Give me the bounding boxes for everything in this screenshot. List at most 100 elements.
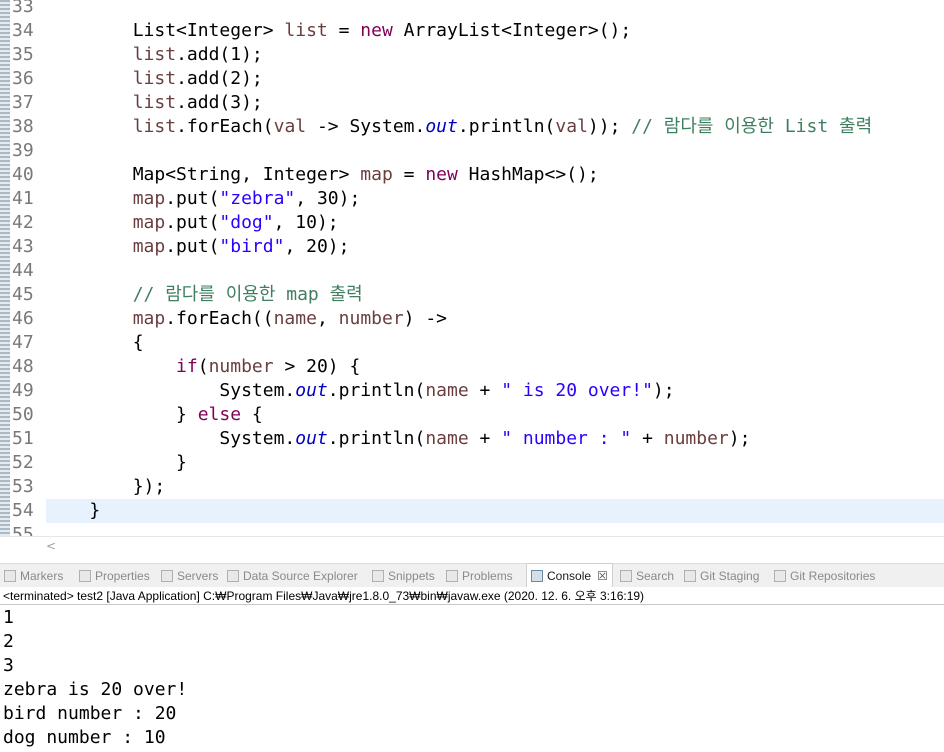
problems-icon [446,570,458,582]
line-number: 54 [12,500,34,521]
horizontal-scrollbar[interactable]: < [0,536,944,557]
tab-markers[interactable]: Markers [4,564,63,588]
console-output-line: 1 [3,607,14,628]
snippets-icon [372,570,384,582]
code-token: } [46,500,101,521]
code-token: { [241,404,263,425]
line-number: 33 [12,0,34,17]
code-line: 44 [0,259,944,283]
search-icon [620,570,632,582]
line-number: 38 [12,116,34,137]
line-number: 34 [12,20,34,41]
tab-search[interactable]: Search [620,564,674,588]
code-text: map.put("zebra", 30); [46,187,361,211]
code-token: number [338,308,404,329]
code-line: 50 } else { [0,403,944,427]
code-token: + [468,380,502,401]
code-text: map.put("bird", 20); [46,235,350,259]
console-output-line: zebra is 20 over! [3,679,188,700]
code-token: ); [652,380,675,401]
code-token: = [392,164,426,185]
code-token: val [273,116,307,137]
tab-label: Markers [20,569,64,583]
code-token: System. [46,380,296,401]
scroll-left-icon[interactable]: < [46,539,56,553]
code-token: else [197,404,242,425]
code-token: , [316,308,339,329]
code-text: map.put("dog", 10); [46,211,339,235]
code-token: out [425,116,458,137]
console-output-line: dog number : 10 [3,727,166,748]
code-token: .add(3); [176,92,263,113]
git-staging-icon [684,570,696,582]
tab-git-staging[interactable]: Git Staging [684,564,759,588]
code-token: = [327,20,361,41]
code-token: // 람다를 이용한 List 출력 [631,116,873,137]
code-token: .println( [327,380,426,401]
line-number: 49 [12,380,34,401]
code-token: ArrayList<Integer>(); [392,20,632,41]
code-line: 40 Map<String, Integer> map = new HashMa… [0,163,944,187]
tab-git-repositories[interactable]: Git Repositories [774,564,875,588]
code-line: 38 list.forEach(val -> System.out.printl… [0,115,944,139]
code-token: System. [46,428,296,449]
line-number: 46 [12,308,34,329]
code-editor[interactable]: 33 34 List<Integer> list = new ArrayList<… [0,0,944,536]
code-line: 39 [0,139,944,163]
tab-problems[interactable]: Problems [446,564,513,588]
code-token: " number : " [501,428,632,449]
line-number: 47 [12,332,34,353]
code-token: name [425,380,469,401]
code-token: list [132,116,177,137]
code-token: HashMap<>(); [457,164,599,185]
code-token: , 30); [295,188,361,209]
code-line: 33 [0,0,944,19]
code-token: .put( [165,236,220,257]
tab-label: Problems [462,569,513,583]
line-number: 52 [12,452,34,473]
code-token: map [132,236,166,257]
code-token: .add(1); [176,44,263,65]
properties-icon [79,570,91,582]
code-text: } else { [46,403,263,427]
close-icon[interactable]: ☒ [597,569,608,583]
code-token: // 람다를 이용한 map 출력 [132,284,363,305]
code-token: new [425,164,458,185]
code-text: } [46,451,187,475]
code-token: + [468,428,502,449]
tab-properties[interactable]: Properties [79,564,150,588]
line-number: 45 [12,284,34,305]
code-line: 37 list.add(3); [0,91,944,115]
code-token: }); [46,476,166,497]
code-text: list.add(2); [46,67,263,91]
code-line: 53 }); [0,475,944,499]
code-token: new [360,20,393,41]
tab-servers[interactable]: Servers [161,564,218,588]
code-token: .put( [165,212,220,233]
line-number: 40 [12,164,34,185]
console-status-line: <terminated> test2 [Java Application] C:… [0,587,944,605]
tab-console[interactable]: Console ☒ [526,563,613,588]
tab-data-source-explorer[interactable]: Data Source Explorer [227,564,358,588]
code-line: 35 list.add(1); [0,43,944,67]
tab-snippets[interactable]: Snippets [372,564,435,588]
code-token: ); [728,428,751,449]
code-line: 51 System.out.println(name + " number : … [0,427,944,451]
code-line: 43 map.put("bird", 20); [0,235,944,259]
code-token: { [46,332,144,353]
code-text: list.add(1); [46,43,263,67]
line-number: 50 [12,404,34,425]
code-token: map [132,188,166,209]
code-token: > 20) { [273,356,361,377]
code-token: out [295,428,328,449]
line-number: 51 [12,428,34,449]
servers-icon [161,570,173,582]
code-line: 41 map.put("zebra", 30); [0,187,944,211]
line-number: 39 [12,140,34,161]
